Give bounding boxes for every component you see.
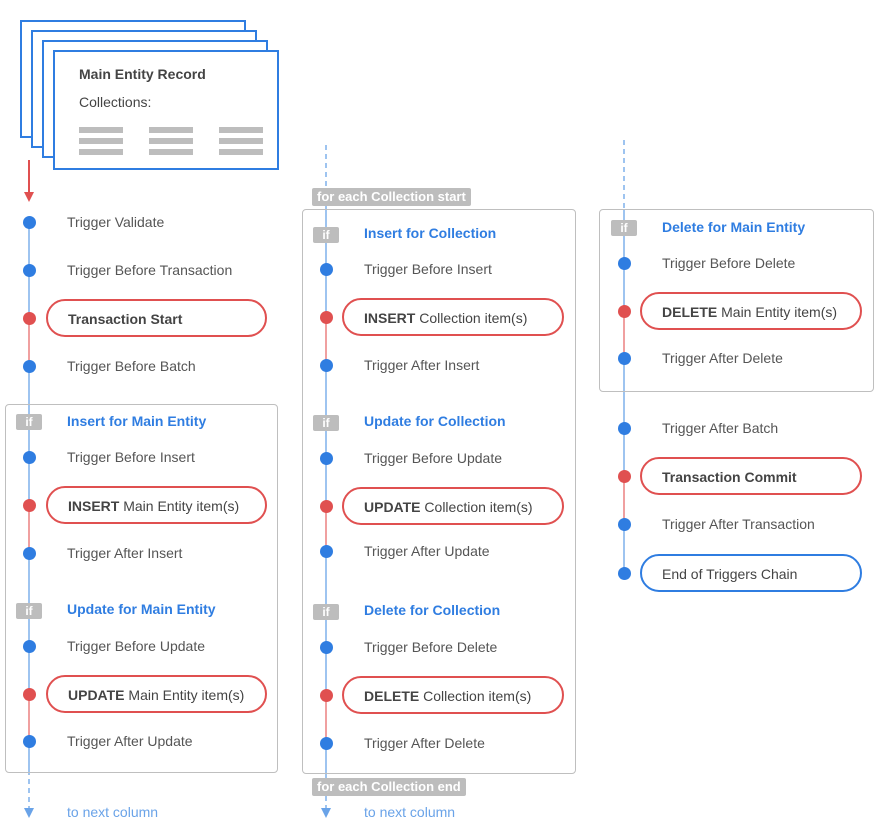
if-badge: if: [16, 414, 42, 430]
action-dot: [23, 312, 36, 325]
if-badge: if: [16, 603, 42, 619]
step-dot: [23, 360, 36, 373]
record-title: Main Entity Record: [79, 66, 206, 82]
action-dot: [618, 305, 631, 318]
step-trigger-validate: Trigger Validate: [67, 214, 165, 230]
step-dot: [618, 257, 631, 270]
if-badge: if: [611, 220, 637, 236]
to-next-column-link: to next column: [364, 804, 456, 820]
if-badge: if: [313, 604, 339, 620]
group-title-delete-main: Delete for Main Entity: [662, 219, 806, 235]
step-trigger-before-delete: Trigger Before Delete: [662, 255, 796, 271]
step-trigger-after-transaction: Trigger After Transaction: [662, 516, 815, 532]
step-trigger-after-update: Trigger After Update: [364, 543, 490, 559]
step-dot: [23, 735, 36, 748]
action-dot: [320, 689, 333, 702]
step-trigger-after-batch: Trigger After Batch: [662, 420, 779, 436]
step-dot: [618, 518, 631, 531]
action-transaction-commit: Transaction Commit: [640, 457, 862, 495]
step-dot: [320, 359, 333, 372]
step-dot: [320, 263, 333, 276]
step-dot: [618, 352, 631, 365]
step-trigger-before-batch: Trigger Before Batch: [67, 358, 196, 374]
action-keyword: DELETE: [364, 688, 420, 704]
action-target: Collection item(s): [424, 499, 533, 515]
action-label: Transaction Commit: [662, 469, 797, 485]
step-trigger-before-update: Trigger Before Update: [364, 450, 502, 466]
main-entity-record-card: Main Entity Record Collections:: [53, 50, 279, 170]
action-insert-main: INSERT Main Entity item(s): [46, 486, 267, 524]
action-target: Collection item(s): [419, 310, 528, 326]
action-keyword: DELETE: [662, 304, 718, 320]
action-label: Transaction Start: [68, 311, 183, 327]
collection-bar: [79, 149, 123, 155]
step-trigger-before-transaction: Trigger Before Transaction: [67, 262, 233, 278]
step-dot: [320, 641, 333, 654]
to-next-column-link: to next column: [67, 804, 159, 820]
step-dot: [618, 422, 631, 435]
group-title-delete-collection: Delete for Collection: [364, 602, 501, 618]
foreach-end-badge: for each Collection end: [312, 778, 466, 796]
group-title-insert-main: Insert for Main Entity: [67, 413, 207, 429]
collection-bar: [219, 149, 263, 155]
collection-bar: [219, 127, 263, 133]
step-trigger-before-delete: Trigger Before Delete: [364, 639, 498, 655]
step-dot: [23, 640, 36, 653]
action-update-collection: UPDATE Collection item(s): [342, 487, 564, 525]
group-title-update-collection: Update for Collection: [364, 413, 506, 429]
action-target: Main Entity item(s): [128, 687, 245, 703]
if-badge: if: [313, 227, 339, 243]
action-target: Main Entity item(s): [123, 498, 240, 514]
step-dot: [23, 451, 36, 464]
step-dot: [23, 264, 36, 277]
collection-bar: [149, 138, 193, 144]
action-insert-collection: INSERT Collection item(s): [342, 298, 564, 336]
step-dot: [320, 452, 333, 465]
step-dot: [618, 567, 631, 580]
collection-bar: [79, 127, 123, 133]
step-dot: [320, 737, 333, 750]
action-keyword: UPDATE: [364, 499, 421, 515]
group-title-update-main: Update for Main Entity: [67, 601, 216, 617]
step-trigger-before-update: Trigger Before Update: [67, 638, 205, 654]
step-dot: [23, 547, 36, 560]
group-title-insert-collection: Insert for Collection: [364, 225, 497, 241]
step-dot: [23, 216, 36, 229]
step-trigger-after-update: Trigger After Update: [67, 733, 193, 749]
foreach-start-badge: for each Collection start: [312, 188, 471, 206]
action-dot: [23, 688, 36, 701]
step-trigger-before-insert: Trigger Before Insert: [364, 261, 492, 277]
action-keyword: INSERT: [364, 310, 416, 326]
action-keyword: UPDATE: [68, 687, 125, 703]
action-dot: [618, 470, 631, 483]
end-label: End of Triggers Chain: [662, 566, 798, 582]
action-dot: [320, 311, 333, 324]
record-collections-label: Collections:: [79, 94, 152, 110]
step-trigger-before-insert: Trigger Before Insert: [67, 449, 195, 465]
collection-bar: [149, 149, 193, 155]
step-trigger-after-insert: Trigger After Insert: [364, 357, 480, 373]
collection-bar: [79, 138, 123, 144]
action-transaction-start: Transaction Start: [46, 299, 267, 337]
step-trigger-after-delete: Trigger After Delete: [662, 350, 783, 366]
end-of-triggers-chain: End of Triggers Chain: [640, 554, 862, 592]
action-keyword: INSERT: [68, 498, 120, 514]
step-trigger-after-insert: Trigger After Insert: [67, 545, 183, 561]
collection-bar: [219, 138, 263, 144]
step-trigger-after-delete: Trigger After Delete: [364, 735, 485, 751]
action-target: Main Entity item(s): [721, 304, 838, 320]
if-badge: if: [313, 415, 339, 431]
action-dot: [320, 500, 333, 513]
action-delete-collection: DELETE Collection item(s): [342, 676, 564, 714]
action-dot: [23, 499, 36, 512]
action-target: Collection item(s): [423, 688, 532, 704]
collection-bar: [149, 127, 193, 133]
action-delete-main: DELETE Main Entity item(s): [640, 292, 862, 330]
step-dot: [320, 545, 333, 558]
action-update-main: UPDATE Main Entity item(s): [46, 675, 267, 713]
